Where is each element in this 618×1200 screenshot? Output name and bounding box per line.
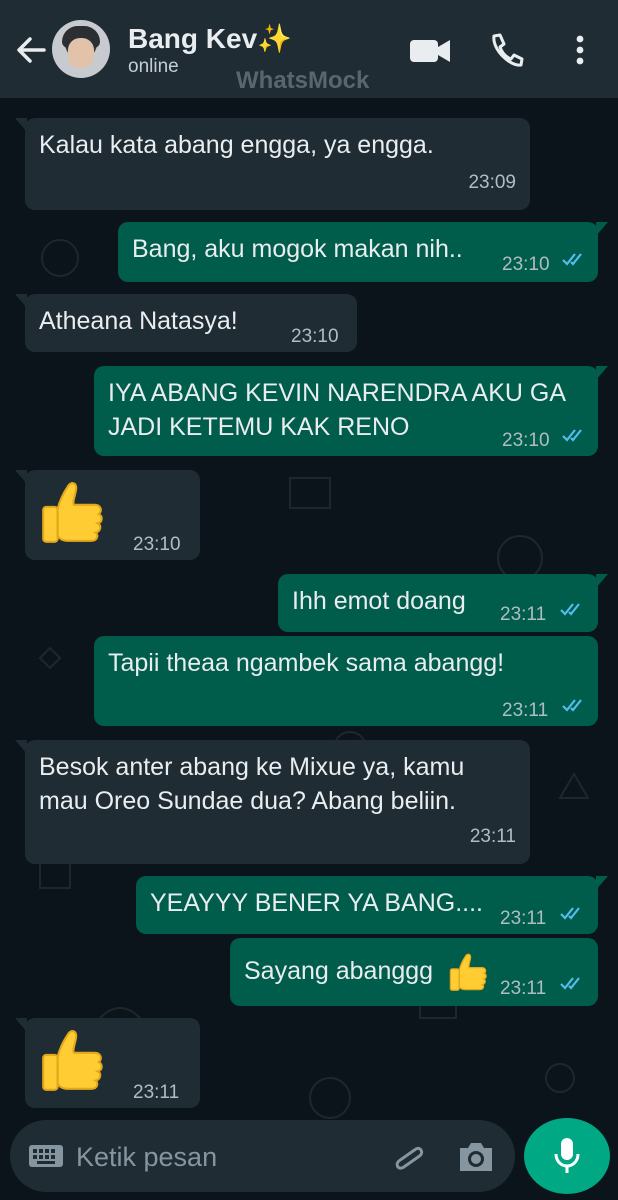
read-ticks-icon	[559, 976, 581, 990]
attachment-icon[interactable]	[388, 1138, 428, 1178]
message-text: IYA ABANG KEVIN NARENDRA AKU GA JADI KET…	[108, 379, 567, 441]
video-call-icon[interactable]	[408, 30, 452, 70]
outgoing-message[interactable]: Bang, aku mogok makan nih.. 23:10	[118, 222, 608, 282]
incoming-emoji-message[interactable]: 23:11	[15, 1018, 200, 1108]
voice-message-button[interactable]	[524, 1118, 610, 1194]
message-composer	[10, 1120, 515, 1192]
back-arrow-icon[interactable]	[10, 30, 50, 70]
message-time: 23:10	[291, 326, 339, 347]
message-text: Bang, aku mogok makan nih..	[132, 235, 463, 263]
microphone-icon	[554, 1138, 580, 1173]
message-time: 23:11	[500, 604, 547, 625]
read-ticks-icon	[561, 252, 583, 266]
incoming-message[interactable]: Atheana Natasya! 23:10	[15, 294, 357, 352]
message-time: 23:11	[500, 978, 547, 999]
message-text: Atheana Natasya!	[39, 307, 238, 335]
read-ticks-icon	[561, 698, 583, 712]
thumbs-up-icon	[42, 1030, 103, 1091]
outgoing-message[interactable]: Ihh emot doang 23:11	[278, 574, 608, 632]
read-ticks-icon	[559, 906, 581, 920]
outgoing-message[interactable]: Sayang abanggg 23:11	[230, 938, 598, 1006]
camera-icon[interactable]	[456, 1140, 496, 1174]
message-text: Ihh emot doang	[292, 587, 466, 615]
message-time: 23:11	[133, 1082, 180, 1103]
outgoing-message[interactable]: YEAYYY BENER YA BANG.... 23:11	[136, 876, 608, 934]
message-time: 23:11	[502, 700, 549, 721]
incoming-message[interactable]: Kalau kata abang engga, ya engga. 23:09	[15, 118, 530, 210]
message-text: YEAYYY BENER YA BANG....	[150, 889, 484, 917]
keyboard-icon[interactable]	[28, 1144, 64, 1168]
contact-status: online	[128, 56, 179, 77]
message-time: 23:09	[468, 172, 516, 193]
message-input[interactable]	[74, 1136, 368, 1178]
message-text: Tapii theaa ngambek sama abangg!	[108, 649, 505, 677]
message-text: Sayang abanggg	[244, 957, 434, 985]
thumbs-up-icon	[449, 953, 487, 991]
message-text: Besok anter abang ke Mixue ya, kamu mau …	[39, 753, 465, 815]
thumbs-up-icon	[42, 482, 103, 543]
message-time: 23:10	[502, 254, 550, 275]
message-time: 23:10	[133, 534, 181, 555]
message-text: Kalau kata abang engga, ya engga.	[39, 131, 434, 159]
incoming-emoji-message[interactable]: 23:10	[15, 470, 200, 560]
message-time: 23:11	[469, 826, 516, 847]
outgoing-message[interactable]: Tapii theaa ngambek sama abangg! 23:11	[94, 636, 598, 726]
more-options-icon[interactable]	[568, 30, 592, 70]
contact-name[interactable]: Bang Kev✨	[128, 22, 292, 55]
read-ticks-icon	[559, 602, 581, 616]
contact-avatar[interactable]	[52, 20, 110, 78]
message-time: 23:11	[500, 908, 547, 929]
watermark: WhatsMock	[236, 67, 370, 94]
phone-icon[interactable]	[486, 30, 524, 70]
message-time: 23:10	[502, 430, 550, 451]
outgoing-message[interactable]: IYA ABANG KEVIN NARENDRA AKU GA JADI KET…	[94, 366, 608, 456]
read-ticks-icon	[561, 428, 583, 442]
incoming-message[interactable]: Besok anter abang ke Mixue ya, kamu mau …	[15, 740, 530, 864]
